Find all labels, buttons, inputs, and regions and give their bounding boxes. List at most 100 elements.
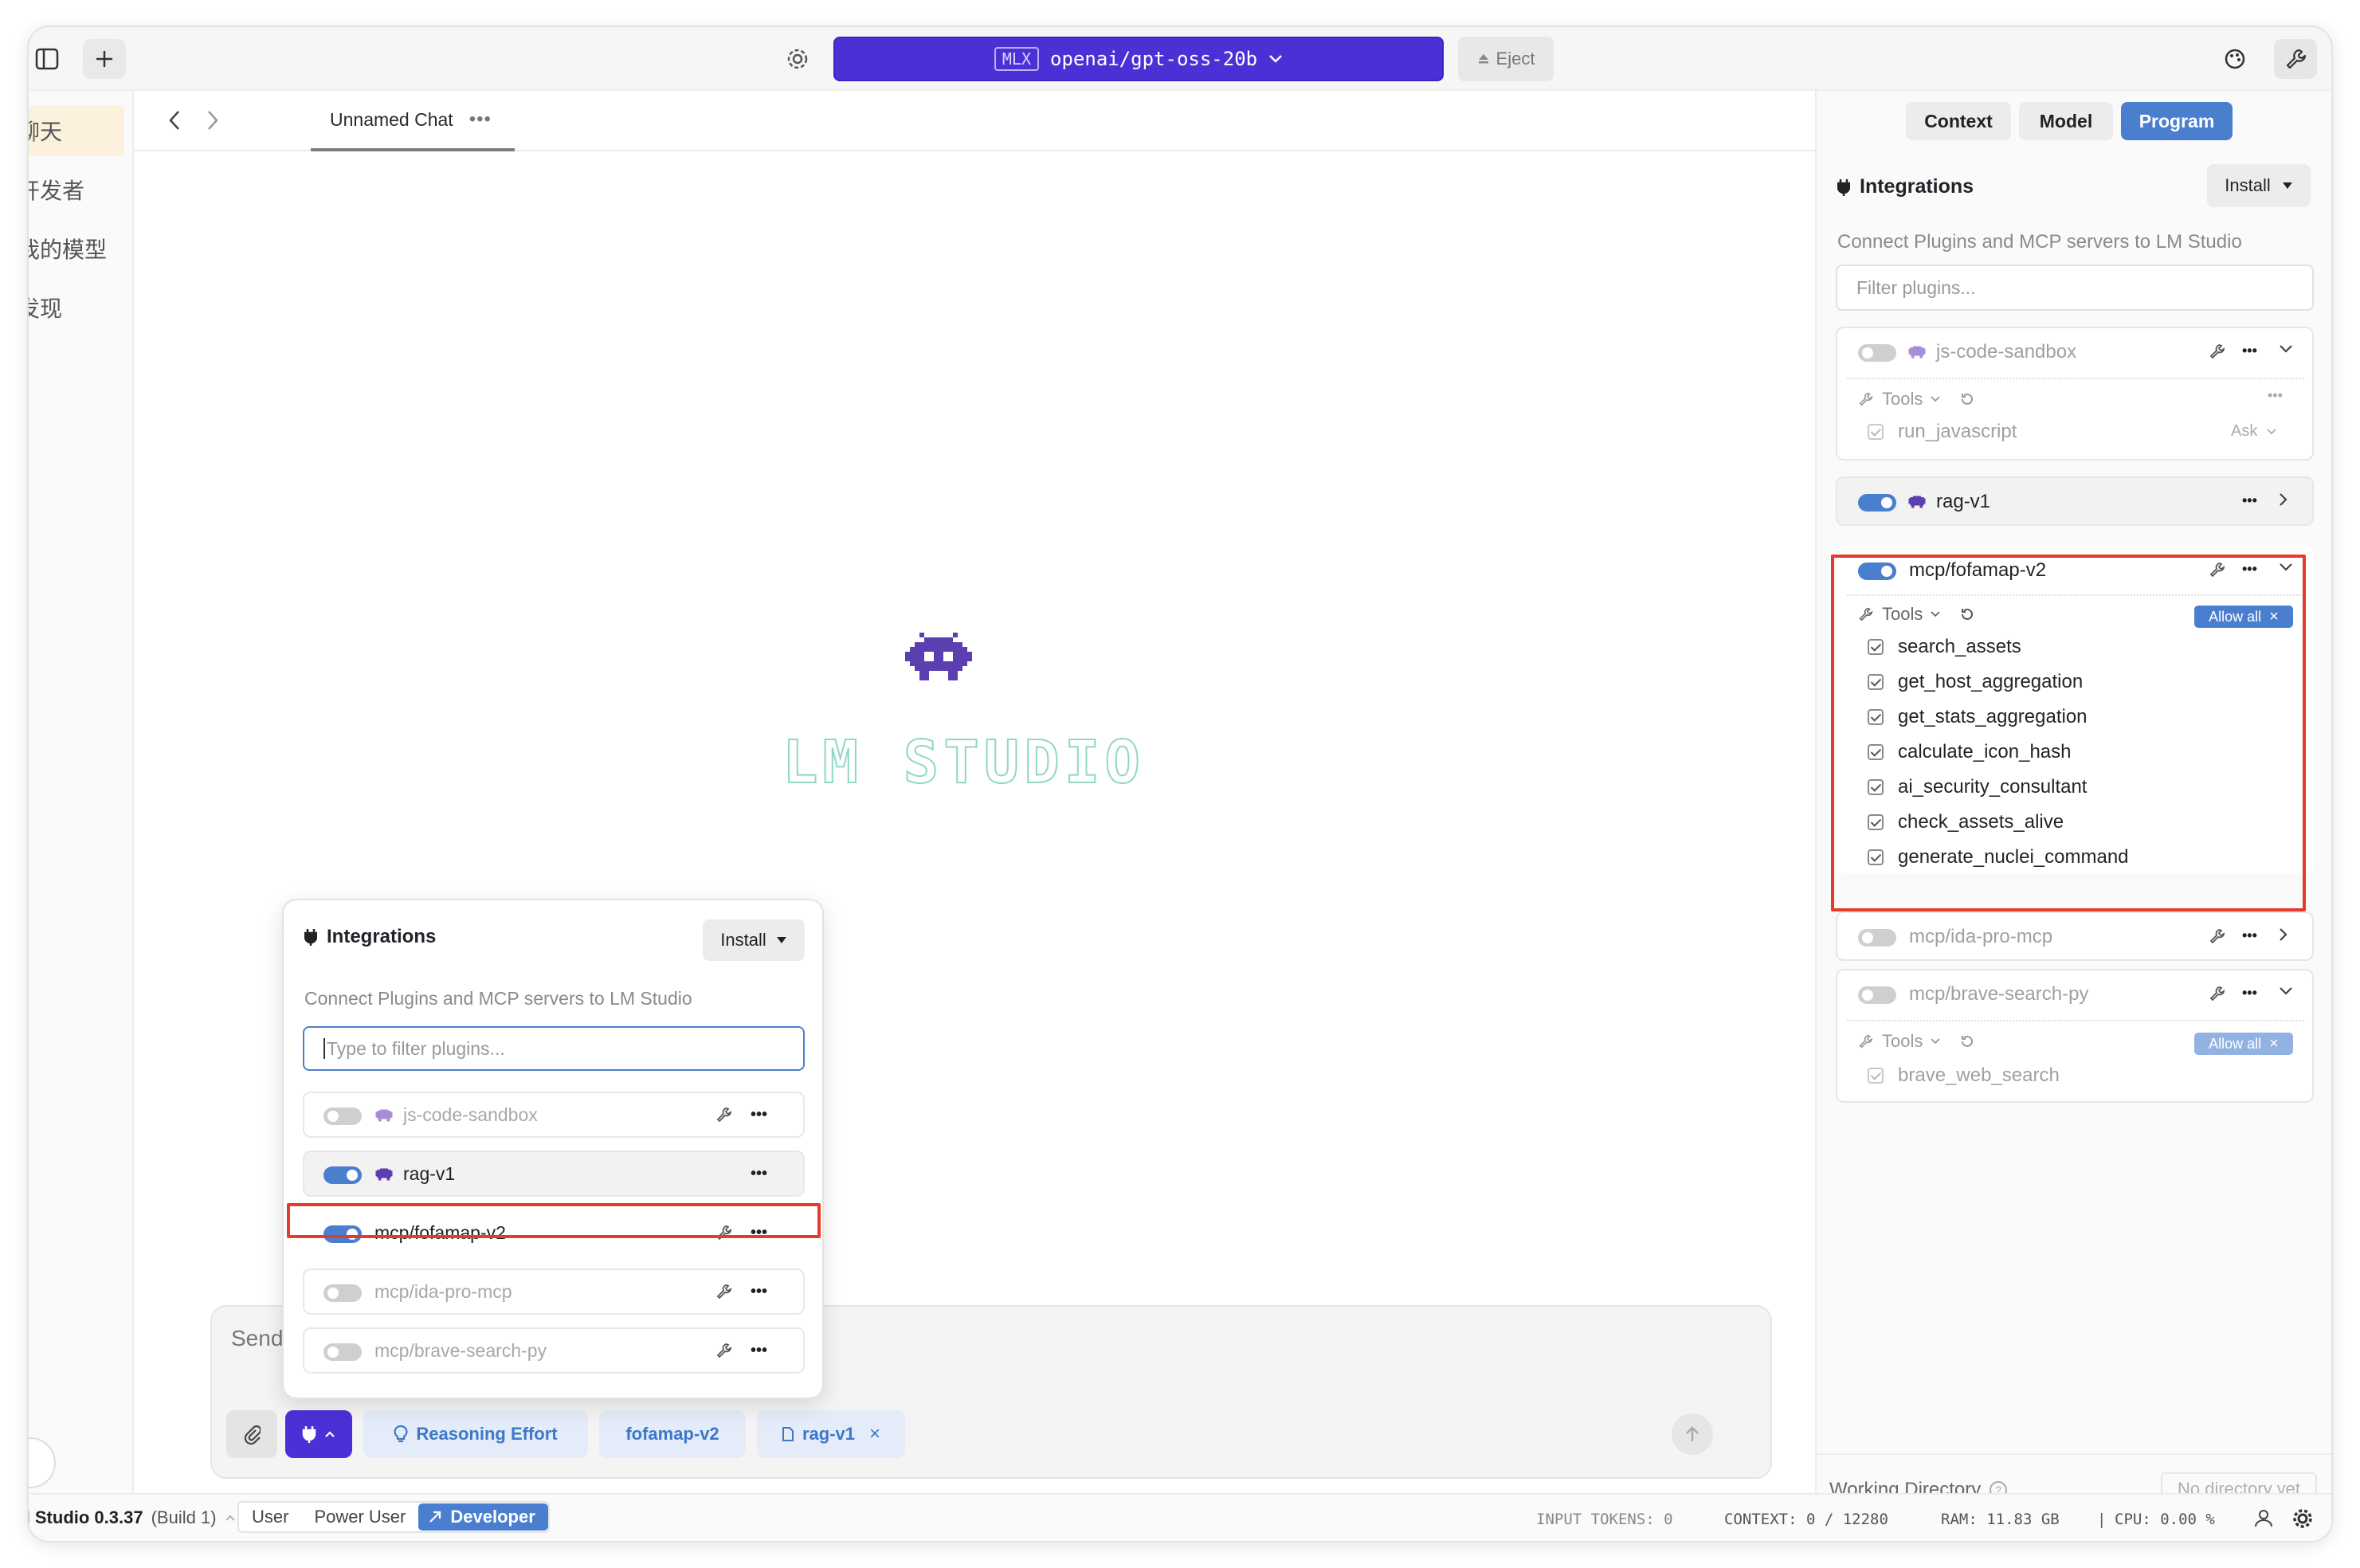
tool-item[interactable]: search_assets <box>1868 636 2021 658</box>
plugin-toggle[interactable] <box>323 1166 362 1184</box>
forward-arrow-icon[interactable] <box>206 108 220 132</box>
close-icon[interactable]: × <box>2269 1035 2279 1053</box>
close-icon[interactable]: × <box>2269 608 2279 626</box>
tool-checkbox[interactable] <box>1868 639 1884 655</box>
tools-wrench-icon[interactable] <box>715 1224 733 1241</box>
tab-context[interactable]: Context <box>1906 102 2011 140</box>
tab-model[interactable]: Model <box>2019 102 2113 140</box>
more-options-icon[interactable]: ••• <box>2242 927 2257 944</box>
tools-wrench-icon[interactable] <box>2209 927 2226 945</box>
tool-item[interactable]: ai_security_consultant <box>1868 776 2087 798</box>
install-button[interactable]: Install <box>2207 164 2311 207</box>
remove-chip-icon[interactable]: × <box>869 1423 880 1445</box>
tools-toggle[interactable]: Tools <box>1858 1031 1975 1052</box>
user-icon[interactable] <box>2253 1507 2274 1528</box>
more-options-icon[interactable]: ••• <box>751 1342 767 1360</box>
sidebar-collapse-icon[interactable] <box>29 1437 56 1488</box>
plugin-row-rag-v1[interactable]: rag-v1 ••• <box>303 1151 805 1197</box>
tool-checkbox[interactable] <box>1868 674 1884 690</box>
eject-button[interactable]: Eject <box>1458 37 1554 81</box>
plugin-row-brave-search[interactable]: mcp/brave-search-py ••• <box>303 1327 805 1374</box>
refresh-icon[interactable] <box>1959 606 1975 622</box>
more-options-icon[interactable]: ••• <box>2242 561 2257 578</box>
fofamap-chip[interactable]: fofamap-v2 <box>599 1410 746 1458</box>
more-options-icon[interactable]: ••• <box>469 108 492 131</box>
settings-gear-icon[interactable] <box>2291 1507 2314 1530</box>
plugin-toggle[interactable] <box>1858 929 1896 947</box>
more-options-icon[interactable]: ••• <box>2268 387 2283 404</box>
tools-wrench-icon[interactable] <box>715 1342 733 1359</box>
tools-toggle[interactable]: Tools <box>1858 389 1975 410</box>
plugin-row-ida-pro-mcp[interactable]: mcp/ida-pro-mcp ••• <box>303 1268 805 1315</box>
plugin-card-header[interactable]: mcp/brave-search-py ••• <box>1837 970 2312 1018</box>
tool-item[interactable]: get_host_aggregation <box>1868 671 2083 693</box>
sidebar-item-developer[interactable]: 开发者 <box>29 164 124 215</box>
tool-item[interactable]: get_stats_aggregation <box>1868 706 2088 728</box>
permission-select[interactable]: Ask <box>2231 422 2276 441</box>
model-selector[interactable]: MLX openai/gpt-oss-20b <box>833 37 1444 81</box>
tab-unnamed-chat[interactable]: Unnamed Chat ••• <box>311 91 515 151</box>
back-arrow-icon[interactable] <box>167 108 182 132</box>
plugin-card-header[interactable]: js-code-sandbox ••• <box>1837 328 2312 376</box>
refresh-icon[interactable] <box>1959 391 1975 407</box>
tools-wrench-icon[interactable] <box>2209 985 2226 1002</box>
filter-plugins-input[interactable]: Filter plugins... <box>1836 265 2314 311</box>
chevron-up-icon[interactable] <box>225 1514 236 1522</box>
tool-checkbox[interactable] <box>1868 424 1884 440</box>
rag-chip[interactable]: rag-v1 × <box>757 1410 905 1458</box>
sidebar-item-chat[interactable]: 聊天 <box>29 105 124 156</box>
integrations-toggle-button[interactable] <box>285 1410 352 1458</box>
tool-checkbox[interactable] <box>1868 779 1884 795</box>
sidebar-item-my-models[interactable]: 我的模型 <box>29 223 124 274</box>
plugin-toggle[interactable] <box>1858 986 1896 1004</box>
tools-wrench-icon[interactable] <box>715 1283 733 1300</box>
chevron-down-icon[interactable] <box>2279 344 2293 354</box>
more-options-icon[interactable]: ••• <box>2242 343 2257 359</box>
tool-checkbox[interactable] <box>1868 744 1884 760</box>
sidebar-item-discover[interactable]: 发现 <box>29 282 124 333</box>
allow-all-button[interactable]: Allow all × <box>2194 1033 2293 1055</box>
popup-install-button[interactable]: Install <box>703 919 805 961</box>
tool-checkbox[interactable] <box>1868 709 1884 725</box>
mode-power-user[interactable]: Power User <box>301 1507 418 1527</box>
plugin-row-js-code-sandbox[interactable]: js-code-sandbox ••• <box>303 1092 805 1138</box>
theme-palette-icon[interactable] <box>2213 39 2256 79</box>
more-options-icon[interactable]: ••• <box>751 1224 767 1242</box>
refresh-icon[interactable] <box>1959 1033 1975 1049</box>
developer-wrench-icon[interactable] <box>2274 39 2317 79</box>
tool-checkbox[interactable] <box>1868 849 1884 865</box>
reasoning-effort-button[interactable]: Reasoning Effort <box>363 1410 588 1458</box>
more-options-icon[interactable]: ••• <box>751 1106 767 1124</box>
sidebar-toggle-icon[interactable] <box>29 39 69 79</box>
send-button[interactable] <box>1672 1413 1713 1455</box>
plugin-row-fofamap[interactable]: mcp/fofamap-v2 ••• <box>303 1209 805 1256</box>
chevron-right-icon[interactable] <box>2279 927 2288 942</box>
more-options-icon[interactable]: ••• <box>751 1165 767 1183</box>
chevron-down-icon[interactable] <box>2279 986 2293 996</box>
plugin-toggle[interactable] <box>1858 563 1896 580</box>
mode-developer[interactable]: Developer <box>418 1503 548 1531</box>
tool-checkbox[interactable] <box>1868 814 1884 830</box>
chevron-right-icon[interactable] <box>2279 492 2288 507</box>
allow-all-button[interactable]: Allow all × <box>2194 606 2293 628</box>
tool-item[interactable]: check_assets_alive <box>1868 811 2064 833</box>
new-chat-button[interactable] <box>83 39 126 79</box>
tool-item[interactable]: run_javascript <box>1868 421 2017 443</box>
tools-wrench-icon[interactable] <box>715 1106 733 1123</box>
plugin-toggle[interactable] <box>1858 494 1896 512</box>
tools-wrench-icon[interactable] <box>2209 343 2226 360</box>
attach-file-button[interactable] <box>226 1410 277 1458</box>
tools-toggle[interactable]: Tools <box>1858 604 1975 625</box>
plugin-filter-input[interactable]: Type to filter plugins... <box>303 1026 805 1071</box>
plugin-card-header[interactable]: mcp/ida-pro-mcp ••• <box>1837 913 2312 961</box>
more-options-icon[interactable]: ••• <box>2242 492 2257 509</box>
tool-item[interactable]: calculate_icon_hash <box>1868 741 2072 763</box>
tab-program[interactable]: Program <box>2121 102 2233 140</box>
plugin-toggle[interactable] <box>1858 344 1896 362</box>
tool-checkbox[interactable] <box>1868 1068 1884 1084</box>
plugin-toggle[interactable] <box>323 1225 362 1243</box>
plugin-toggle[interactable] <box>323 1284 362 1302</box>
settings-gear-icon[interactable] <box>776 39 819 79</box>
mode-user[interactable]: User <box>239 1507 301 1527</box>
plugin-toggle[interactable] <box>323 1343 362 1361</box>
